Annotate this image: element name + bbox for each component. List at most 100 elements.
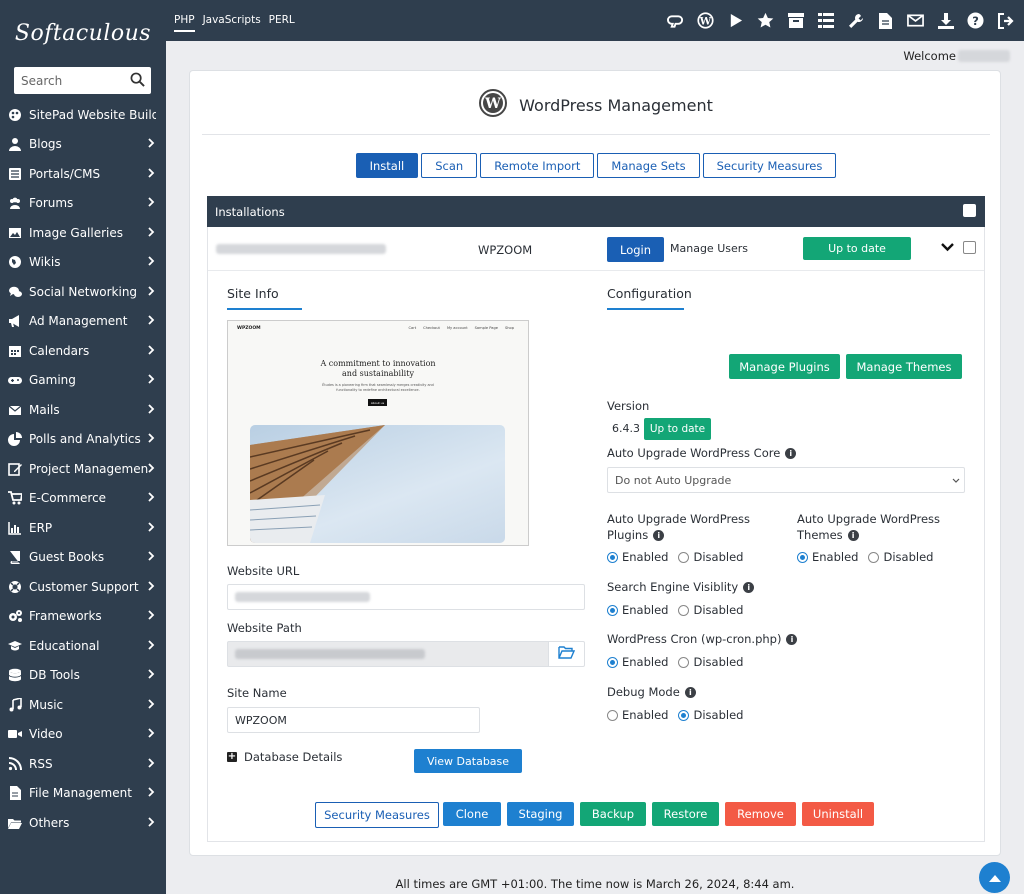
tab-php[interactable]: PHP [174,14,195,32]
tab-security-measures[interactable]: Security Measures [702,153,837,178]
website-url-field[interactable] [227,584,585,610]
archive-icon[interactable] [787,12,804,29]
auto-upgrade-core-select[interactable]: Do not Auto Upgrade [607,467,965,493]
sidebar-item-mails[interactable]: Mails [0,395,166,425]
manage-users-link[interactable]: Manage Users [670,242,748,255]
sidebar-item-gaming[interactable]: Gaming [0,366,166,396]
logout-icon[interactable] [997,12,1014,29]
debug-mode-enabled[interactable]: Enabled [607,708,668,722]
site-name-field[interactable]: WPZOOM [227,707,480,733]
website-path-field[interactable] [227,641,549,667]
graduation-cap-icon [7,639,23,653]
debug-mode-disabled[interactable]: Disabled [678,708,743,722]
database-details-label[interactable]: Database Details [244,750,342,764]
browse-folder-button[interactable] [548,641,585,667]
sidebar-item-wikis[interactable]: Wikis [0,248,166,278]
info-icon[interactable]: i [684,687,696,698]
sidebar-item-forums[interactable]: Forums [0,189,166,219]
wrench-icon[interactable] [847,12,864,29]
clone-button[interactable]: Clone [443,802,501,826]
play-icon[interactable] [727,12,744,29]
manage-themes-button[interactable]: Manage Themes [846,354,962,379]
sidebar-item-educational[interactable]: Educational [0,631,166,661]
arrow-up-icon [988,871,1001,885]
select-all-checkbox[interactable] [963,204,976,217]
scroll-to-top-button[interactable] [979,862,1010,893]
installation-url-redacted[interactable] [216,244,386,254]
sidebar-item-customer-support[interactable]: Customer Support [0,572,166,602]
tab-perl[interactable]: PERL [269,14,295,32]
sidebar-item-music[interactable]: Music [0,690,166,720]
search-icon[interactable] [130,72,145,90]
download-icon[interactable] [937,12,954,29]
auto-upgrade-themes-disabled[interactable]: Disabled [868,550,933,564]
search-engine-enabled[interactable]: Enabled [607,603,668,617]
cogs-icon [7,609,23,623]
sidebar-item-portals-cms[interactable]: Portals/CMS [0,159,166,189]
info-icon[interactable]: i [785,448,797,459]
remove-button[interactable]: Remove [725,802,796,826]
tab-scan[interactable]: Scan [421,153,478,178]
sidebar-item-sitepad-website-builder[interactable]: SitePad Website Builder [0,100,166,130]
sidebar-item-frameworks[interactable]: Frameworks [0,602,166,632]
sidebar-item-rss[interactable]: RSS [0,749,166,779]
preview-building-photo [250,425,505,543]
login-button[interactable]: Login [607,237,664,262]
sidebar-item-polls-and-analytics[interactable]: Polls and Analytics [0,425,166,455]
installation-checkbox[interactable] [963,241,976,254]
sidebar-item-label: Social Networking [29,284,138,299]
security-measures-button[interactable]: Security Measures [315,802,439,828]
wordpress-icon[interactable]: W [697,12,714,29]
search-engine-disabled[interactable]: Disabled [678,603,743,617]
version-label: Version [607,399,650,413]
sidebar-item-file-management[interactable]: File Management [0,779,166,809]
info-icon[interactable]: i [847,530,859,541]
manage-plugins-button[interactable]: Manage Plugins [729,354,840,379]
sidebar-item-project-management[interactable]: Project Management [0,454,166,484]
tab-manage-sets[interactable]: Manage Sets [597,153,700,178]
staging-button[interactable]: Staging [507,802,574,826]
file-icon[interactable] [877,12,894,29]
sidebar-item-blogs[interactable]: Blogs [0,130,166,160]
sidebar-item-label: Calendars [29,343,90,358]
view-database-button[interactable]: View Database [414,749,522,773]
chevron-down-icon[interactable] [941,240,954,256]
tab-remote-import[interactable]: Remote Import [480,153,595,178]
sidebar-item-social-networking[interactable]: Social Networking [0,277,166,307]
tab-install[interactable]: Install [355,153,419,178]
expand-plus-icon[interactable]: + [227,752,237,762]
sidebar-item-db-tools[interactable]: DB Tools [0,661,166,691]
star-icon[interactable] [757,12,774,29]
user-icon [7,137,23,152]
auto-upgrade-plugins-disabled[interactable]: Disabled [678,550,743,564]
sidebar-item-calendars[interactable]: Calendars [0,336,166,366]
sidebar-item-ad-management[interactable]: Ad Management [0,307,166,337]
cron-disabled[interactable]: Disabled [678,655,743,669]
info-icon[interactable]: i [653,530,665,541]
info-icon[interactable]: i [743,582,755,593]
tab-javascripts[interactable]: JavaScripts [203,14,261,32]
list-icon[interactable] [817,12,834,29]
backup-button[interactable]: Backup [580,802,646,826]
sidebar-item-erp[interactable]: ERP [0,513,166,543]
search-input[interactable] [21,73,121,88]
cron-enabled[interactable]: Enabled [607,655,668,669]
sidebar-item-others[interactable]: Others [0,808,166,838]
auto-upgrade-plugins-enabled[interactable]: Enabled [607,550,668,564]
search-box[interactable] [14,67,151,94]
sidebar-item-video[interactable]: Video [0,720,166,750]
uninstall-button[interactable]: Uninstall [802,802,874,826]
sidebar-item-e-commerce[interactable]: E-Commerce [0,484,166,514]
envelope-icon[interactable] [907,12,924,29]
auto-upgrade-themes-enabled[interactable]: Enabled [797,550,858,564]
chevron-right-icon [148,816,156,830]
chevron-right-icon [148,462,156,476]
help-icon[interactable]: ? [967,12,984,29]
cpanel-icon[interactable] [667,12,684,29]
restore-button[interactable]: Restore [652,802,719,826]
site-preview-image[interactable]: WPZOOM Cart Checkout My account Sample P… [227,320,529,546]
sidebar-item-image-galleries[interactable]: Image Galleries [0,218,166,248]
info-icon[interactable]: i [786,634,798,645]
softaculous-logo[interactable]: Softaculous [0,0,166,66]
sidebar-item-guest-books[interactable]: Guest Books [0,543,166,573]
